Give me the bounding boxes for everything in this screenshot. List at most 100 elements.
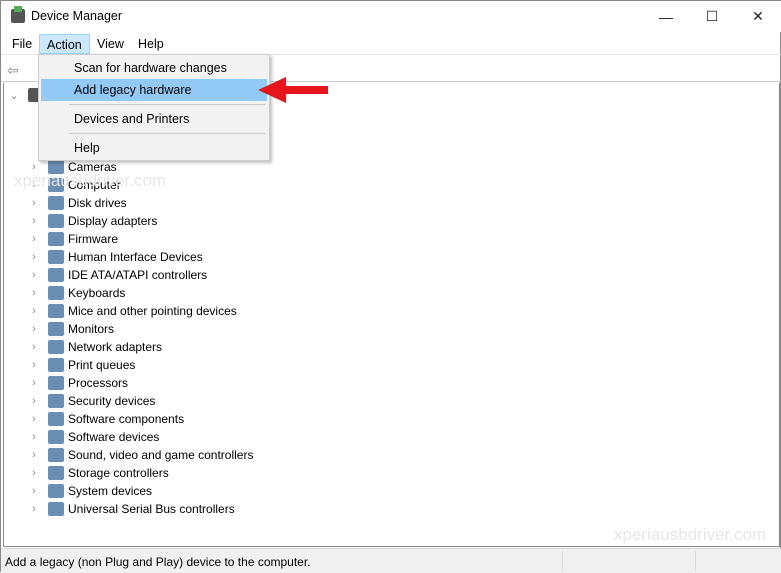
menu-action[interactable]: Action	[39, 34, 90, 54]
tree-item-label: Keyboards	[68, 286, 126, 300]
tree-item-label: Display adapters	[68, 214, 158, 228]
tree-item[interactable]: › Display adapters	[28, 212, 157, 230]
chevron-right-icon[interactable]: ›	[28, 323, 40, 335]
chevron-right-icon[interactable]: ›	[28, 413, 40, 425]
tree-item-label: Network adapters	[68, 340, 163, 354]
device-category-icon	[48, 232, 64, 246]
device-category-icon	[48, 376, 64, 390]
device-category-icon	[48, 214, 64, 228]
tree-item-label: Print queues	[68, 358, 136, 372]
menu-item-help[interactable]: Help	[41, 137, 267, 159]
tree-item-label: Software devices	[68, 430, 160, 444]
tree-item-label: Disk drives	[68, 196, 127, 210]
tree-item-label: Firmware	[68, 232, 118, 246]
device-manager-window: Device Manager — ☐ ✕ File Action View He…	[0, 0, 781, 573]
red-arrow-icon	[258, 77, 328, 103]
back-arrow-icon[interactable]: ⇦	[7, 62, 19, 79]
tree-item-label: Software components	[68, 412, 185, 426]
tree-item-label: Monitors	[68, 322, 115, 336]
tree-item-label: Universal Serial Bus controllers	[68, 502, 235, 516]
tree-item[interactable]: › System devices	[28, 482, 152, 500]
arrow-shape	[258, 77, 328, 103]
chevron-right-icon[interactable]: ›	[28, 467, 40, 479]
tree-item[interactable]: › Keyboards	[28, 284, 125, 302]
menu-separator	[69, 104, 265, 105]
device-category-icon	[48, 250, 64, 264]
menu-separator	[69, 133, 265, 134]
device-category-icon	[48, 286, 64, 300]
chevron-right-icon[interactable]: ›	[28, 233, 40, 245]
chevron-right-icon[interactable]: ›	[28, 449, 40, 461]
chevron-down-icon[interactable]: ⌄	[8, 89, 20, 102]
tree-item[interactable]: › Disk drives	[28, 194, 127, 212]
chevron-right-icon[interactable]: ›	[28, 197, 40, 209]
menu-file[interactable]: File	[5, 34, 39, 54]
chevron-right-icon[interactable]: ›	[28, 215, 40, 227]
tree-item[interactable]: › Mice and other pointing devices	[28, 302, 237, 320]
menu-item-devices-printers[interactable]: Devices and Printers	[41, 108, 267, 130]
close-button[interactable]: ✕	[735, 1, 781, 32]
tree-item[interactable]: › Software devices	[28, 428, 159, 446]
chevron-right-icon[interactable]: ›	[28, 341, 40, 353]
watermark: xperiausbdriver.com	[614, 525, 767, 544]
status-divider	[562, 551, 563, 571]
device-category-icon	[48, 394, 64, 408]
status-text: Add a legacy (non Plug and Play) device …	[5, 555, 311, 569]
chevron-right-icon[interactable]: ›	[28, 251, 40, 263]
menu-view[interactable]: View	[90, 34, 131, 54]
tree-item[interactable]: › Network adapters	[28, 338, 162, 356]
menu-help[interactable]: Help	[131, 34, 171, 54]
device-category-icon	[48, 502, 64, 516]
chevron-right-icon[interactable]: ›	[28, 431, 40, 443]
tree-item[interactable]: › Processors	[28, 374, 128, 392]
watermark: xperiausbdriver.com	[14, 171, 167, 190]
device-category-icon	[48, 466, 64, 480]
tree-item[interactable]: › Software components	[28, 410, 184, 428]
chevron-right-icon[interactable]: ›	[28, 503, 40, 515]
chevron-right-icon[interactable]: ›	[28, 359, 40, 371]
device-category-icon	[48, 304, 64, 318]
maximize-button[interactable]: ☐	[689, 1, 735, 32]
device-category-icon	[48, 484, 64, 498]
tree-item[interactable]: › Human Interface Devices	[28, 248, 203, 266]
action-menu-dropdown: Scan for hardware changes Add legacy har…	[38, 54, 270, 161]
minimize-button[interactable]: —	[643, 1, 689, 32]
device-category-icon	[48, 196, 64, 210]
tree-item[interactable]: › Firmware	[28, 230, 118, 248]
chevron-right-icon[interactable]: ›	[28, 377, 40, 389]
chevron-right-icon[interactable]: ›	[28, 305, 40, 317]
tree-item-label: System devices	[68, 484, 153, 498]
tree-item[interactable]: › Storage controllers	[28, 464, 169, 482]
tree-item[interactable]: › IDE ATA/ATAPI controllers	[28, 266, 207, 284]
device-category-icon	[48, 340, 64, 354]
menu-item-add-legacy-hardware[interactable]: Add legacy hardware	[41, 79, 267, 101]
chevron-right-icon[interactable]: ›	[28, 485, 40, 497]
tree-item-label: IDE ATA/ATAPI controllers	[68, 268, 208, 282]
tree-item-label: Security devices	[68, 394, 156, 408]
tree-item[interactable]: › Print queues	[28, 356, 135, 374]
device-category-icon	[48, 358, 64, 372]
chevron-right-icon[interactable]: ›	[28, 287, 40, 299]
chevron-right-icon[interactable]: ›	[28, 395, 40, 407]
menu-bar: File Action View Help	[1, 32, 781, 54]
tree-item-label: Mice and other pointing devices	[68, 304, 237, 318]
title-bar: Device Manager — ☐ ✕	[1, 1, 781, 32]
device-category-icon	[48, 268, 64, 282]
chevron-right-icon[interactable]: ›	[28, 269, 40, 281]
status-bar: Add a legacy (non Plug and Play) device …	[1, 548, 781, 573]
device-category-icon	[48, 412, 64, 426]
tree-item[interactable]: › Monitors	[28, 320, 114, 338]
menu-item-scan[interactable]: Scan for hardware changes	[41, 57, 267, 79]
device-category-icon	[48, 322, 64, 336]
tree-item[interactable]: › Sound, video and game controllers	[28, 446, 253, 464]
tree-item-label: Processors	[68, 376, 129, 390]
tree-item[interactable]: › Universal Serial Bus controllers	[28, 500, 235, 518]
status-divider	[695, 551, 696, 571]
tree-item-label: Sound, video and game controllers	[68, 448, 254, 462]
window-title: Device Manager	[31, 9, 123, 23]
tree-item-label: Storage controllers	[68, 466, 169, 480]
device-category-icon	[48, 448, 64, 462]
tree-item-label: Human Interface Devices	[68, 250, 203, 264]
device-category-icon	[48, 430, 64, 444]
tree-item[interactable]: › Security devices	[28, 392, 155, 410]
